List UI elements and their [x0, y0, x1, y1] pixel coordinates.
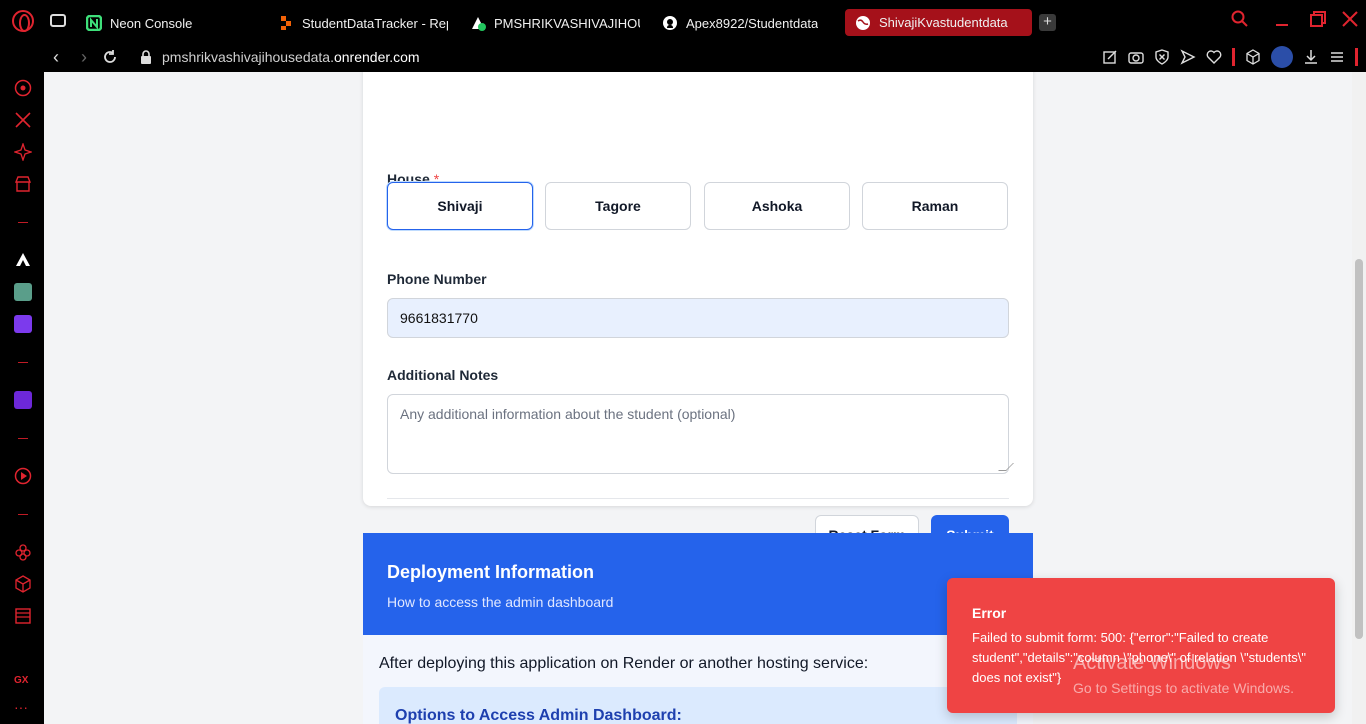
- gamepad-icon[interactable]: [50, 14, 66, 27]
- toolbar-tools: [1102, 46, 1358, 68]
- house-option-ashoka[interactable]: Ashoka: [704, 182, 850, 230]
- page-scrollbar[interactable]: [1352, 72, 1366, 724]
- tab-studentdatatracker[interactable]: StudentDataTracker - Rep: [278, 10, 448, 36]
- chatgpt-icon[interactable]: [14, 283, 32, 301]
- more-icon[interactable]: ···: [14, 700, 32, 720]
- reload-icon[interactable]: [100, 47, 120, 67]
- house-option-tagore[interactable]: Tagore: [545, 182, 691, 230]
- separator: [1355, 48, 1358, 66]
- student-form-card: House * Shivaji Tagore Ashoka Raman Phone…: [363, 72, 1033, 555]
- flower-icon[interactable]: [14, 543, 32, 561]
- scrollbar-thumb[interactable]: [1355, 259, 1363, 639]
- tab-title: Neon Console: [110, 15, 193, 31]
- separator: [18, 222, 28, 223]
- sparkle-icon[interactable]: [14, 143, 32, 161]
- avatar[interactable]: [1271, 46, 1293, 68]
- gx-icon[interactable]: GX: [14, 675, 32, 693]
- phone-label: Phone Number: [387, 271, 487, 287]
- opera-gx-logo-icon[interactable]: [12, 10, 34, 32]
- forward-icon[interactable]: ›: [74, 47, 94, 67]
- house-option-raman[interactable]: Raman: [862, 182, 1008, 230]
- resize-handle[interactable]: [998, 463, 1014, 471]
- tab-pmshrikvashivajihous[interactable]: PMSHRIKVASHIVAJIHOUS: [470, 10, 640, 36]
- neon-icon: [86, 15, 102, 31]
- shop-icon[interactable]: [14, 175, 32, 193]
- options-title: Options to Access Admin Dashboard:: [395, 707, 682, 724]
- panel-icon[interactable]: [14, 607, 32, 625]
- close-icon[interactable]: [1340, 9, 1360, 29]
- toast-message: Failed to submit form: 500: {"error":"Fa…: [972, 630, 1306, 685]
- tab-title: Apex8922/Studentdata: [686, 15, 819, 31]
- deployment-title: Deployment Information: [387, 562, 595, 582]
- divider: [387, 498, 1009, 499]
- search-icon[interactable]: [1230, 9, 1250, 29]
- replit-icon: [281, 16, 291, 30]
- deployment-info-card: Deployment Information How to access the…: [363, 533, 1033, 724]
- lock-icon: [141, 50, 151, 64]
- twitch-icon[interactable]: [14, 391, 32, 409]
- notes-placeholder: Any additional information about the stu…: [400, 406, 736, 422]
- menu-icon[interactable]: [1329, 49, 1345, 65]
- tab-github-studentdata[interactable]: Apex8922/Studentdata: [662, 10, 832, 36]
- address-bar: ‹ › pmshrikvashivajihousedata. onrender.c…: [0, 42, 1366, 72]
- send-icon[interactable]: [1180, 49, 1196, 65]
- house-option-shivaji[interactable]: Shivaji: [387, 182, 533, 230]
- tab-title: PMSHRIKVASHIVAJIHOUS: [494, 15, 640, 31]
- deployment-body: After deploying this application on Rend…: [363, 635, 1033, 724]
- url-domain: onrender.com: [333, 49, 420, 65]
- back-icon[interactable]: ‹: [46, 47, 66, 67]
- tab-title: ShivajiKvastudentdata: [879, 15, 1008, 30]
- render-icon: [472, 17, 486, 31]
- notes-textarea[interactable]: Any additional information about the stu…: [387, 394, 1014, 474]
- target-icon[interactable]: [14, 79, 32, 97]
- box-icon[interactable]: [14, 575, 32, 593]
- tab-shivajikvastudentdata[interactable]: ShivajiKvastudentdata: [845, 9, 1032, 36]
- new-tab-button[interactable]: +: [1039, 14, 1056, 31]
- options-box: Options to Access Admin Dashboard:: [379, 687, 1017, 724]
- browser-tab-bar: Neon Console StudentDataTracker - Rep PM…: [0, 0, 1366, 42]
- browser-sidebar: GX ···: [0, 72, 44, 724]
- edit-icon[interactable]: [1102, 49, 1118, 65]
- deployment-body-text: After deploying this application on Rend…: [379, 655, 869, 672]
- github-icon: [663, 16, 677, 30]
- deployment-subtitle: How to access the admin dashboard: [387, 594, 614, 610]
- url-field[interactable]: pmshrikvashivajihousedata. onrender.com: [140, 46, 420, 68]
- x-icon[interactable]: [14, 111, 32, 129]
- play-icon[interactable]: [14, 467, 32, 485]
- apex-icon[interactable]: [14, 251, 32, 269]
- separator: [1232, 48, 1235, 66]
- camera-icon[interactable]: [1128, 49, 1144, 65]
- minimize-icon[interactable]: [1272, 9, 1292, 29]
- toast-title: Error: [972, 605, 1007, 621]
- tab-neon-console[interactable]: Neon Console: [86, 10, 256, 36]
- separator: [18, 362, 28, 363]
- notes-label: Additional Notes: [387, 367, 499, 383]
- heart-icon[interactable]: [1206, 49, 1222, 65]
- separator: [18, 438, 28, 439]
- globe-icon: [856, 15, 870, 30]
- error-toast[interactable]: Error Failed to submit form: 500: {"erro…: [947, 578, 1335, 713]
- shield-icon[interactable]: [1154, 49, 1170, 65]
- separator: [18, 514, 28, 515]
- download-icon[interactable]: [1303, 49, 1319, 65]
- phone-input[interactable]: 9661831770: [387, 298, 1009, 338]
- cube-icon[interactable]: [1245, 49, 1261, 65]
- url-prefix: pmshrikvashivajihousedata.: [162, 49, 334, 65]
- app-icon[interactable]: [14, 315, 32, 333]
- restore-icon[interactable]: [1308, 9, 1328, 29]
- deployment-header: Deployment Information How to access the…: [363, 533, 1033, 635]
- tab-title: StudentDataTracker - Rep: [302, 15, 448, 31]
